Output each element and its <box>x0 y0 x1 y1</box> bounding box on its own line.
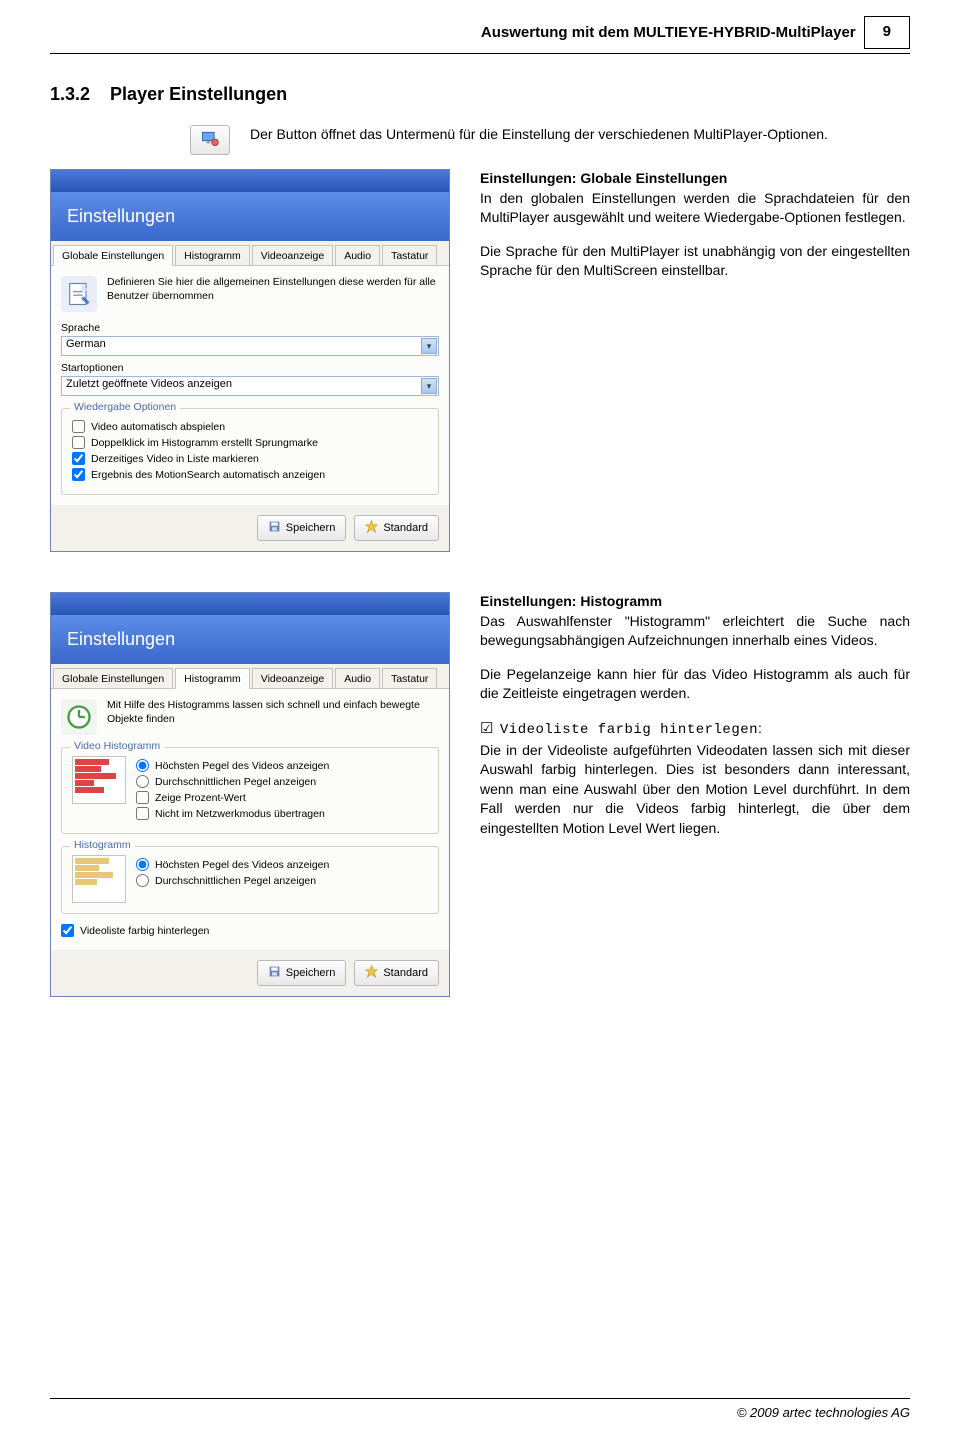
dialog-banner: Einstellungen <box>51 192 449 241</box>
section-heading: 1.3.2 Player Einstellungen <box>50 84 910 105</box>
check-motionsearch-auto[interactable]: Ergebnis des MotionSearch automatisch an… <box>72 468 428 481</box>
dialog-titlebar[interactable] <box>51 170 449 192</box>
radio-highest-level-hist[interactable]: Höchsten Pegel des Videos anzeigen <box>136 858 428 871</box>
check-show-percent[interactable]: Zeige Prozent-Wert <box>136 791 428 804</box>
tab-tastatur[interactable]: Tastatur <box>382 668 437 688</box>
video-histogram-title: Video Histogramm <box>70 740 164 752</box>
tab-tastatur[interactable]: Tastatur <box>382 245 437 265</box>
playback-options-title: Wiedergabe Optionen <box>70 401 180 413</box>
text-histogram-settings: Einstellungen: Histogramm Das Auswahlfen… <box>480 592 910 853</box>
tip-label: Videoliste farbig hinterlegen <box>500 722 758 738</box>
header-title: Auswertung mit dem MULTIEYE-HYBRID-Multi… <box>473 20 864 53</box>
video-histogram-group: Video Histogramm Höchsten Pegel des Vide… <box>61 747 439 834</box>
page-footer: © 2009 artec technologies AG <box>50 1398 910 1420</box>
settings-dialog-histogram: Einstellungen Globale Einstellungen Hist… <box>50 592 450 997</box>
tab-globale-einstellungen[interactable]: Globale Einstellungen <box>53 668 173 688</box>
language-label: Sprache <box>61 322 439 334</box>
section-title: Player Einstellungen <box>110 84 287 104</box>
star-icon <box>365 965 378 981</box>
dialog-description: Mit Hilfe des Histogramms lassen sich sc… <box>107 699 439 726</box>
subhead-histogram: Einstellungen: Histogramm <box>480 593 662 609</box>
check-no-network-transfer[interactable]: Nicht im Netzwerkmodus übertragen <box>136 807 428 820</box>
text-histogram-p3: Die in der Videoliste aufgeführten Video… <box>480 742 910 836</box>
radio-average-level-hist[interactable]: Durchschnittlichen Pegel anzeigen <box>136 874 428 887</box>
text-global-p2: Die Sprache für den MultiPlayer ist unab… <box>480 242 910 281</box>
check-auto-play[interactable]: Video automatisch abspielen <box>72 420 428 433</box>
tab-histogramm[interactable]: Histogramm <box>175 245 250 265</box>
dialog-description: Definieren Sie hier die allgemeinen Eins… <box>107 276 439 303</box>
clock-icon <box>61 699 97 735</box>
radio-highest-level-video[interactable]: Höchsten Pegel des Videos anzeigen <box>136 759 428 772</box>
dialog-banner: Einstellungen <box>51 615 449 664</box>
standard-button[interactable]: Standard <box>354 515 439 541</box>
text-histogram-p1: Das Auswahlfenster "Histogramm" erleicht… <box>480 613 910 649</box>
checkmark-icon: ☑ <box>480 718 496 739</box>
save-icon <box>268 965 281 981</box>
save-button[interactable]: Speichern <box>257 515 347 541</box>
text-global-settings: Einstellungen: Globale Einstellungen In … <box>480 169 910 295</box>
check-doubleclick-jump[interactable]: Doppelklick im Histogramm erstellt Sprun… <box>72 436 428 449</box>
settings-dialog-global: Einstellungen Globale Einstellungen Hist… <box>50 169 450 552</box>
notepad-icon <box>61 276 97 312</box>
playback-options-group: Wiedergabe Optionen Video automatisch ab… <box>61 408 439 495</box>
dialog-tabs: Globale Einstellungen Histogramm Videoan… <box>51 664 449 689</box>
open-submenu-button[interactable] <box>190 125 230 155</box>
check-color-videolist[interactable]: Videoliste farbig hinterlegen <box>61 924 439 937</box>
text-global-p1: In den globalen Einstellungen werden die… <box>480 190 910 226</box>
tab-globale-einstellungen[interactable]: Globale Einstellungen <box>53 245 173 266</box>
histogram-title: Histogramm <box>70 839 135 851</box>
star-icon <box>365 520 378 536</box>
tab-histogramm[interactable]: Histogramm <box>175 668 250 689</box>
page-number: 9 <box>864 16 910 49</box>
section-number: 1.3.2 <box>50 84 90 104</box>
text-histogram-p2: Die Pegelanzeige kann hier für das Video… <box>480 665 910 704</box>
save-icon <box>268 520 281 536</box>
subhead-global: Einstellungen: Globale Einstellungen <box>480 170 727 186</box>
dialog-tabs: Globale Einstellungen Histogramm Videoan… <box>51 241 449 266</box>
settings-monitor-icon <box>200 129 220 152</box>
startoptions-label: Startoptionen <box>61 362 439 374</box>
page-header: Auswertung mit dem MULTIEYE-HYBRID-Multi… <box>50 20 910 54</box>
standard-button[interactable]: Standard <box>354 960 439 986</box>
histogram-thumbnail-icon <box>72 855 126 903</box>
radio-average-level-video[interactable]: Durchschnittlichen Pegel anzeigen <box>136 775 428 788</box>
tab-audio[interactable]: Audio <box>335 245 380 265</box>
save-button[interactable]: Speichern <box>257 960 347 986</box>
dialog-titlebar[interactable] <box>51 593 449 615</box>
tab-videoanzeige[interactable]: Videoanzeige <box>252 245 333 265</box>
startoptions-select[interactable]: Zuletzt geöffnete Videos anzeigen <box>61 376 439 396</box>
tab-videoanzeige[interactable]: Videoanzeige <box>252 668 333 688</box>
language-select[interactable]: German <box>61 336 439 356</box>
check-mark-current[interactable]: Derzeitiges Video in Liste markieren <box>72 452 428 465</box>
tab-audio[interactable]: Audio <box>335 668 380 688</box>
histogram-thumbnail-icon <box>72 756 126 804</box>
intro-text: Der Button öffnet das Untermenü für die … <box>250 125 910 144</box>
histogram-group: Histogramm Höchsten Pegel des Videos anz… <box>61 846 439 914</box>
